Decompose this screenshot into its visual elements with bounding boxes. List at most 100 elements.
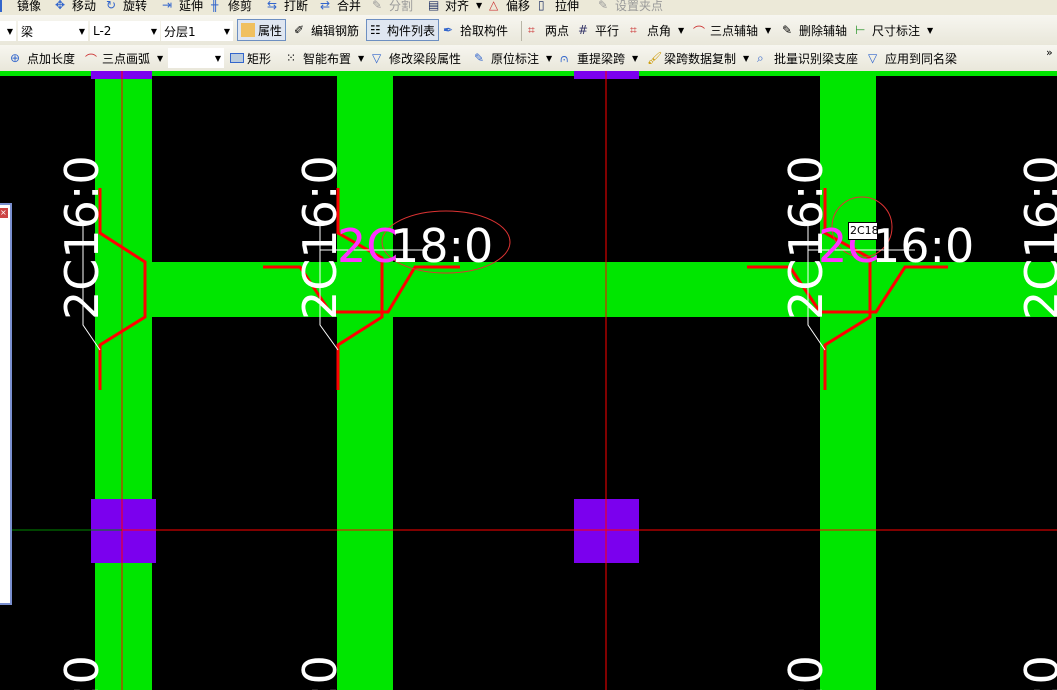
dropdown-arrow-icon: ▼ xyxy=(476,0,483,10)
copy-span-data-button[interactable]: 🖌 梁跨数据复制 ▼ xyxy=(647,47,749,69)
label: 打断 xyxy=(284,0,309,13)
rectangle-icon xyxy=(230,53,244,63)
offset-icon: △ xyxy=(489,0,499,12)
smart-layout-button[interactable]: ⁙ 智能布置 ▼ xyxy=(286,47,364,69)
dimension-button[interactable]: ⊢ 尺寸标注 ▼ xyxy=(855,19,933,41)
rebar-label-bottom-1: :0 xyxy=(55,655,109,690)
dropdown-arrow-icon: ▼ xyxy=(546,53,553,63)
merge-button[interactable]: ⇄ 合并 xyxy=(320,0,361,15)
rotate-button[interactable]: ↻ 旋转 xyxy=(106,0,147,15)
rebar-label-vertical-4[interactable]: 2C16:0 xyxy=(1015,155,1057,320)
toolbar-overflow-button[interactable]: » xyxy=(1046,41,1053,63)
in-situ-annotation-button[interactable]: ✎ 原位标注 ▼ xyxy=(474,47,552,69)
toolbar-edit: 镜像 ✥ 移动 ↻ 旋转 ⇥ 延伸 ╫ 修剪 ⇆ 打断 ⇄ 合并 ✎ 分割 ▤ 对齐 ▼ △ 偏移 … xyxy=(0,0,1057,15)
mirror-button[interactable]: 镜像 xyxy=(0,0,41,15)
label: 旋转 xyxy=(123,0,148,13)
dropdown-arrow-icon: ▼ xyxy=(765,25,772,35)
label: 矩形 xyxy=(247,51,272,66)
three-point-axis-button[interactable]: ⌒ 三点辅轴 ▼ xyxy=(693,19,771,41)
pick-component-button[interactable]: ✒ 拾取构件 xyxy=(443,19,508,41)
identify-icon: ⌕ xyxy=(757,51,764,65)
dropdown-arrow-icon: ▼ xyxy=(743,53,750,63)
funnel-icon: ▽ xyxy=(372,51,382,65)
beam-top[interactable] xyxy=(0,71,1057,76)
component-list-button[interactable]: ☷ 构件列表 xyxy=(366,19,440,41)
rebar-label-bottom-2: :0 xyxy=(293,655,347,690)
modify-segment-button[interactable]: ▽ 修改梁段属性 xyxy=(372,47,461,69)
arc-icon: ⌒ xyxy=(85,53,98,67)
move-icon: ✥ xyxy=(55,0,66,12)
apply-icon: ▽ xyxy=(868,51,878,65)
align-button[interactable]: ▤ 对齐 ▼ xyxy=(428,0,482,15)
parallel-axis-button[interactable]: # 平行 xyxy=(578,19,619,41)
label: 分割 xyxy=(389,0,414,13)
break-button[interactable]: ⇆ 打断 xyxy=(267,0,308,15)
merge-icon: ⇄ xyxy=(320,0,331,12)
point-angle-button[interactable]: ⌗ 点角 ▼ xyxy=(630,19,684,41)
label: 删除辅轴 xyxy=(799,23,848,38)
apply-same-name-button[interactable]: ▽ 应用到同名梁 xyxy=(868,47,957,69)
component-name-select[interactable]: L-2 ▼ xyxy=(90,21,160,41)
label: 拾取构件 xyxy=(460,23,509,38)
label: 智能布置 xyxy=(303,51,352,66)
canvas-background xyxy=(0,71,1057,690)
dimension-icon: ⊢ xyxy=(855,23,866,37)
parallel-icon: # xyxy=(578,23,589,37)
label: 编辑钢筋 xyxy=(311,23,360,38)
label: 两点 xyxy=(545,23,570,38)
extend-icon: ⇥ xyxy=(162,0,173,12)
value: 分层1 xyxy=(164,24,196,39)
label: 偏移 xyxy=(506,0,531,13)
drawing-canvas[interactable]: 2C16:0 2C16:0 2C16:0 2C16:0 :0 :0 :0 :0 … xyxy=(0,71,1057,690)
list-icon: ☷ xyxy=(370,23,381,37)
label: 平行 xyxy=(595,23,620,38)
properties-button[interactable]: 属性 xyxy=(237,19,287,41)
component-type-select[interactable]: 梁 ▼ xyxy=(18,21,88,41)
split-button[interactable]: ✎ 分割 xyxy=(372,0,413,15)
dropdown-arrow-icon: ▼ xyxy=(214,54,221,63)
label: 修剪 xyxy=(228,0,253,13)
batch-identify-supports-button[interactable]: ⌕ 批量识别梁支座 xyxy=(757,47,858,69)
value: L-2 xyxy=(93,24,112,38)
close-icon[interactable]: × xyxy=(0,208,8,218)
beam-label-1[interactable]: 18:0 xyxy=(390,219,493,273)
re-extract-span-button[interactable]: ⩀ 重提梁跨 ▼ xyxy=(560,47,638,69)
delete-axis-button[interactable]: ✎ 删除辅轴 xyxy=(782,19,847,41)
rebar-edit-input[interactable]: 2C18 xyxy=(848,222,879,240)
two-point-axis-button[interactable]: ⌗ 两点 xyxy=(528,19,569,41)
grip-icon: ✎ xyxy=(598,0,609,12)
floor-select[interactable]: ▼ xyxy=(0,21,16,41)
extend-button[interactable]: ⇥ 延伸 xyxy=(162,0,203,15)
beam-label-2[interactable]: 16:0 xyxy=(871,219,974,273)
draw-mode-select[interactable]: ▼ xyxy=(168,48,224,68)
rebar-label-vertical-1[interactable]: 2C16:0 xyxy=(55,155,109,320)
label: 设置夹点 xyxy=(615,0,664,13)
move-button[interactable]: ✥ 移动 xyxy=(55,0,96,15)
dropdown-arrow-icon: ▼ xyxy=(150,27,157,36)
dropdown-arrow-icon: ▼ xyxy=(78,27,85,36)
offset-button[interactable]: △ 偏移 xyxy=(489,0,530,15)
label: 延伸 xyxy=(179,0,204,13)
dropdown-arrow-icon: ▼ xyxy=(157,53,164,63)
three-point-arc-button[interactable]: ⌒ 三点画弧 ▼ xyxy=(85,47,163,69)
dropdown-arrow-icon: ▼ xyxy=(927,25,934,35)
label: 属性 xyxy=(258,23,283,38)
trim-button[interactable]: ╫ 修剪 xyxy=(211,0,252,15)
stretch-button[interactable]: ▯ 拉伸 xyxy=(538,0,579,15)
trim-icon: ╫ xyxy=(211,0,219,12)
column-1[interactable] xyxy=(91,499,156,563)
eraser-icon: ✎ xyxy=(782,23,793,37)
set-grip-button[interactable]: ✎ 设置夹点 xyxy=(598,0,663,15)
label: 批量识别梁支座 xyxy=(774,51,859,66)
span-icon: ⩀ xyxy=(560,51,569,65)
dropdown-arrow-icon: ▼ xyxy=(223,27,230,36)
floating-panel[interactable]: × xyxy=(0,203,12,605)
label: 拉伸 xyxy=(555,0,580,13)
smart-layout-icon: ⁙ xyxy=(286,51,297,65)
label: 梁跨数据复制 xyxy=(664,51,737,66)
edit-rebar-button[interactable]: ✐ 编辑钢筋 xyxy=(294,19,359,41)
mirror-icon xyxy=(0,0,14,12)
add-length-button[interactable]: ⊕ 点加长度 xyxy=(10,47,75,69)
rectangle-button[interactable]: 矩形 xyxy=(230,47,271,69)
layer-select[interactable]: 分层1 ▼ xyxy=(161,21,233,41)
